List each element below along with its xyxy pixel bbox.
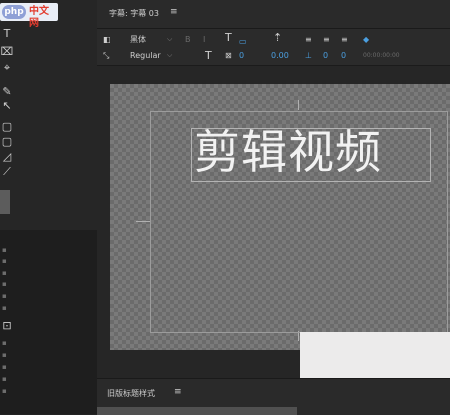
delete-anchor-icon[interactable]: ↖ — [0, 100, 14, 112]
caption-text[interactable]: 剪辑视频 — [194, 124, 382, 180]
align-icon[interactable]: ▪ — [2, 305, 10, 312]
font-size-icon: T — [225, 31, 232, 44]
vertical-type-tool-icon[interactable]: ⌧ — [0, 46, 14, 58]
center-guide-left — [136, 221, 150, 222]
logo-badge: php — [2, 5, 26, 19]
align-icon[interactable]: ▪ — [2, 270, 10, 277]
align-icon[interactable]: ▪ — [2, 247, 10, 254]
site-logo: php 中文网 — [0, 3, 58, 29]
area-type-tool-icon[interactable]: ⌖ — [0, 62, 14, 74]
align-icon[interactable]: ▪ — [2, 293, 10, 300]
kerning-value[interactable]: 0 — [239, 51, 244, 61]
type-tool-icon[interactable]: T — [0, 28, 14, 40]
panel-menu-icon[interactable]: ≡ — [170, 7, 178, 17]
tools-panel-lower — [0, 230, 97, 414]
text-baseline-icon: T — [205, 49, 212, 62]
rounded-rectangle-tool-icon[interactable]: ▢ — [0, 136, 14, 148]
title-panel-header: 字幕: 字幕 03 ≡ — [97, 0, 450, 29]
pen-tool-icon[interactable]: ✎ — [0, 86, 14, 98]
timecode-value[interactable]: 00:00:00:00 — [363, 51, 400, 61]
align-center-icon[interactable]: ≡ — [323, 35, 330, 45]
title-styles-panel-header: 旧版标题样式 ≡ — [97, 378, 450, 415]
align-right-icon[interactable]: ≡ — [341, 35, 348, 45]
tracking-value[interactable]: 0 — [323, 51, 328, 61]
align-icon[interactable]: ▪ — [2, 258, 10, 265]
kerning-icon: ⊠ — [225, 51, 232, 60]
panel-title[interactable]: 字幕: 字幕 03 — [109, 8, 159, 20]
font-size-scrub[interactable]: ▭ — [239, 37, 247, 47]
logo-text: 中文网 — [29, 6, 49, 29]
leading-value[interactable]: 0.00 — [271, 51, 289, 61]
bold-button[interactable]: B — [185, 35, 191, 45]
text-properties-toolbar: ◧ ⤡ 黑体 ⌵ Regular ⌵ B I T T ▭ ⊠ 0 ⇡ 0.00 … — [97, 29, 450, 66]
align-left-icon[interactable]: ≡ — [305, 35, 312, 45]
distribute-icon[interactable]: ▪ — [2, 364, 10, 371]
center-guide-top — [298, 100, 299, 110]
line-tool-icon[interactable]: ⟋ — [0, 166, 14, 178]
tab-stops-icon[interactable]: ⊥ — [305, 51, 312, 61]
font-family-select[interactable]: 黑体 — [130, 35, 146, 45]
distribute-icon[interactable]: ▪ — [2, 340, 10, 347]
styles-panel-title[interactable]: 旧版标题样式 — [107, 388, 155, 400]
distribute-icon[interactable]: ▪ — [2, 376, 10, 383]
distribute-icon[interactable]: ▪ — [2, 388, 10, 395]
tracking-icon: ⇡ — [273, 31, 283, 44]
baseline-value[interactable]: 0 — [341, 51, 346, 61]
wedge-tool-icon[interactable]: ◿ — [0, 151, 14, 163]
align-icon[interactable]: ▪ — [2, 281, 10, 288]
font-style-select[interactable]: Regular — [130, 51, 161, 61]
transform-icon[interactable]: ⤡ — [103, 51, 109, 61]
roll-crawl-icon[interactable]: ◆ — [363, 35, 369, 45]
rectangle-tool-icon[interactable]: ▢ — [0, 121, 14, 133]
distribute-icon[interactable]: ▪ — [2, 352, 10, 359]
chevron-down-icon[interactable]: ⌵ — [167, 51, 172, 60]
italic-button[interactable]: I — [203, 35, 205, 45]
panel-menu-icon[interactable]: ≡ — [174, 387, 182, 397]
active-tool-highlight[interactable] — [0, 190, 10, 214]
background-video-icon[interactable]: ◧ — [103, 35, 111, 45]
chevron-down-icon[interactable]: ⌵ — [167, 35, 172, 44]
center-icon[interactable]: ⊡ — [0, 320, 14, 332]
